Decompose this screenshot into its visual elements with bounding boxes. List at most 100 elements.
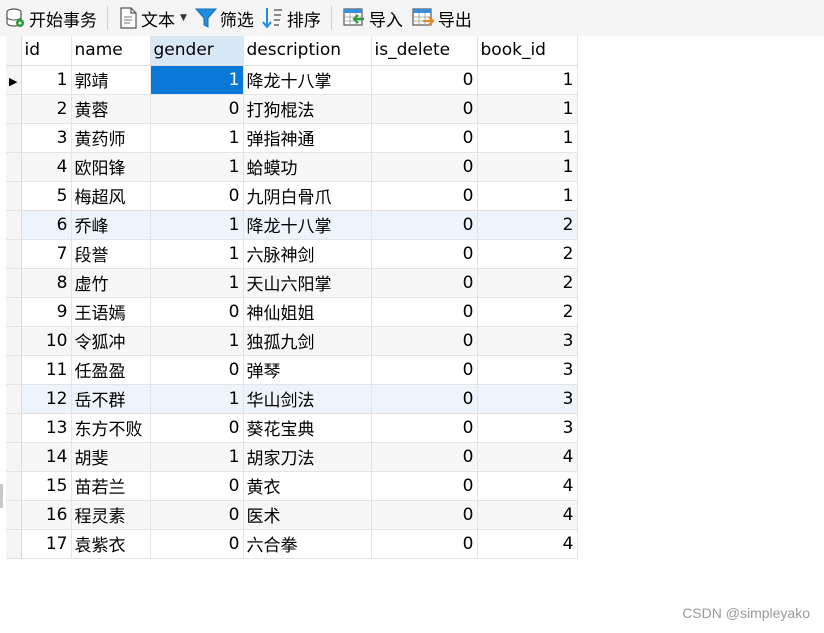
cell-book-id[interactable]: 1 <box>477 65 578 95</box>
cell-is-delete[interactable]: 0 <box>371 152 478 182</box>
cell-id[interactable]: 2 <box>21 94 72 124</box>
row-indicator[interactable] <box>6 500 22 530</box>
cell-id[interactable]: 4 <box>21 152 72 182</box>
table-row[interactable]: 8 虚竹 1 天山六阳掌 0 2 <box>6 268 578 298</box>
cell-gender[interactable]: 1 <box>150 152 244 182</box>
text-button[interactable]: 文本 ▼ <box>114 0 191 36</box>
cell-book-id[interactable]: 2 <box>477 210 578 240</box>
import-button[interactable]: 导入 <box>338 0 407 36</box>
cell-id[interactable]: 12 <box>21 384 72 414</box>
sort-button[interactable]: 排序 <box>258 0 325 36</box>
cell-gender[interactable]: 0 <box>150 355 244 385</box>
cell-description[interactable]: 九阴白骨爪 <box>243 181 372 211</box>
cell-name[interactable]: 段誉 <box>71 239 151 269</box>
cell-name[interactable]: 东方不败 <box>71 413 151 443</box>
chevron-down-icon[interactable]: ▼ <box>180 13 187 23</box>
table-row[interactable]: 12 岳不群 1 华山剑法 0 3 <box>6 384 578 414</box>
row-indicator[interactable] <box>6 326 22 356</box>
table-row[interactable]: 5 梅超风 0 九阴白骨爪 0 1 <box>6 181 578 211</box>
cell-id[interactable]: 16 <box>21 500 72 530</box>
cell-description[interactable]: 黄衣 <box>243 471 372 501</box>
cell-is-delete[interactable]: 0 <box>371 326 478 356</box>
table-row[interactable]: 13 东方不败 0 葵花宝典 0 3 <box>6 413 578 443</box>
cell-is-delete[interactable]: 0 <box>371 65 478 95</box>
cell-id[interactable]: 7 <box>21 239 72 269</box>
table-row[interactable]: 10 令狐冲 1 独孤九剑 0 3 <box>6 326 578 356</box>
cell-name[interactable]: 王语嫣 <box>71 297 151 327</box>
cell-description[interactable]: 天山六阳掌 <box>243 268 372 298</box>
table-row[interactable]: 16 程灵素 0 医术 0 4 <box>6 500 578 530</box>
cell-id[interactable]: 3 <box>21 123 72 153</box>
cell-book-id[interactable]: 2 <box>477 268 578 298</box>
cell-book-id[interactable]: 4 <box>477 500 578 530</box>
column-header-id[interactable]: id <box>21 36 72 66</box>
cell-id[interactable]: 10 <box>21 326 72 356</box>
cell-gender[interactable]: 0 <box>150 413 244 443</box>
cell-book-id[interactable]: 3 <box>477 355 578 385</box>
cell-id[interactable]: 9 <box>21 297 72 327</box>
cell-name[interactable]: 苗若兰 <box>71 471 151 501</box>
cell-id[interactable]: 14 <box>21 442 72 472</box>
cell-gender[interactable]: 1 <box>150 326 244 356</box>
cell-is-delete[interactable]: 0 <box>371 210 478 240</box>
cell-gender[interactable]: 0 <box>150 500 244 530</box>
cell-description[interactable]: 独孤九剑 <box>243 326 372 356</box>
cell-book-id[interactable]: 4 <box>477 529 578 559</box>
cell-book-id[interactable]: 4 <box>477 442 578 472</box>
cell-is-delete[interactable]: 0 <box>371 239 478 269</box>
cell-id[interactable]: 5 <box>21 181 72 211</box>
column-header-gender[interactable]: gender <box>150 36 244 66</box>
column-header-is-delete[interactable]: is_delete <box>371 36 478 66</box>
cell-description[interactable]: 六脉神剑 <box>243 239 372 269</box>
cell-book-id[interactable]: 1 <box>477 152 578 182</box>
column-header-description[interactable]: description <box>243 36 372 66</box>
cell-description[interactable]: 蛤蟆功 <box>243 152 372 182</box>
cell-description[interactable]: 医术 <box>243 500 372 530</box>
cell-id[interactable]: 17 <box>21 529 72 559</box>
cell-description[interactable]: 弹指神通 <box>243 123 372 153</box>
cell-is-delete[interactable]: 0 <box>371 355 478 385</box>
cell-book-id[interactable]: 2 <box>477 297 578 327</box>
cell-description[interactable]: 打狗棍法 <box>243 94 372 124</box>
cell-description[interactable]: 六合拳 <box>243 529 372 559</box>
row-indicator[interactable] <box>6 471 22 501</box>
cell-name[interactable]: 令狐冲 <box>71 326 151 356</box>
resize-handle[interactable] <box>0 484 3 508</box>
cell-is-delete[interactable]: 0 <box>371 123 478 153</box>
cell-gender[interactable]: 1 <box>150 65 244 95</box>
table-row[interactable]: 4 欧阳锋 1 蛤蟆功 0 1 <box>6 152 578 182</box>
cell-book-id[interactable]: 3 <box>477 326 578 356</box>
cell-name[interactable]: 欧阳锋 <box>71 152 151 182</box>
row-indicator[interactable] <box>6 94 22 124</box>
cell-name[interactable]: 岳不群 <box>71 384 151 414</box>
cell-id[interactable]: 8 <box>21 268 72 298</box>
cell-book-id[interactable]: 3 <box>477 384 578 414</box>
table-row[interactable]: 7 段誉 1 六脉神剑 0 2 <box>6 239 578 269</box>
column-header-name[interactable]: name <box>71 36 151 66</box>
cell-book-id[interactable]: 1 <box>477 123 578 153</box>
row-indicator[interactable] <box>6 355 22 385</box>
cell-description[interactable]: 神仙姐姐 <box>243 297 372 327</box>
cell-is-delete[interactable]: 0 <box>371 442 478 472</box>
cell-id[interactable]: 13 <box>21 413 72 443</box>
cell-is-delete[interactable]: 0 <box>371 297 478 327</box>
cell-name[interactable]: 任盈盈 <box>71 355 151 385</box>
table-row[interactable]: ▶ 1 郭靖 1 降龙十八掌 0 1 <box>6 65 578 95</box>
row-indicator[interactable] <box>6 210 22 240</box>
row-indicator[interactable] <box>6 239 22 269</box>
table-row[interactable]: 3 黄药师 1 弹指神通 0 1 <box>6 123 578 153</box>
cell-description[interactable]: 胡家刀法 <box>243 442 372 472</box>
row-indicator[interactable] <box>6 413 22 443</box>
row-indicator[interactable] <box>6 297 22 327</box>
cell-gender[interactable]: 0 <box>150 181 244 211</box>
row-indicator[interactable]: ▶ <box>6 65 22 95</box>
cell-gender[interactable]: 1 <box>150 384 244 414</box>
cell-gender[interactable]: 1 <box>150 442 244 472</box>
cell-is-delete[interactable]: 0 <box>371 471 478 501</box>
table-row[interactable]: 11 任盈盈 0 弹琴 0 3 <box>6 355 578 385</box>
cell-id[interactable]: 15 <box>21 471 72 501</box>
cell-description[interactable]: 弹琴 <box>243 355 372 385</box>
column-header-book-id[interactable]: book_id <box>477 36 578 66</box>
cell-name[interactable]: 乔峰 <box>71 210 151 240</box>
cell-book-id[interactable]: 4 <box>477 471 578 501</box>
